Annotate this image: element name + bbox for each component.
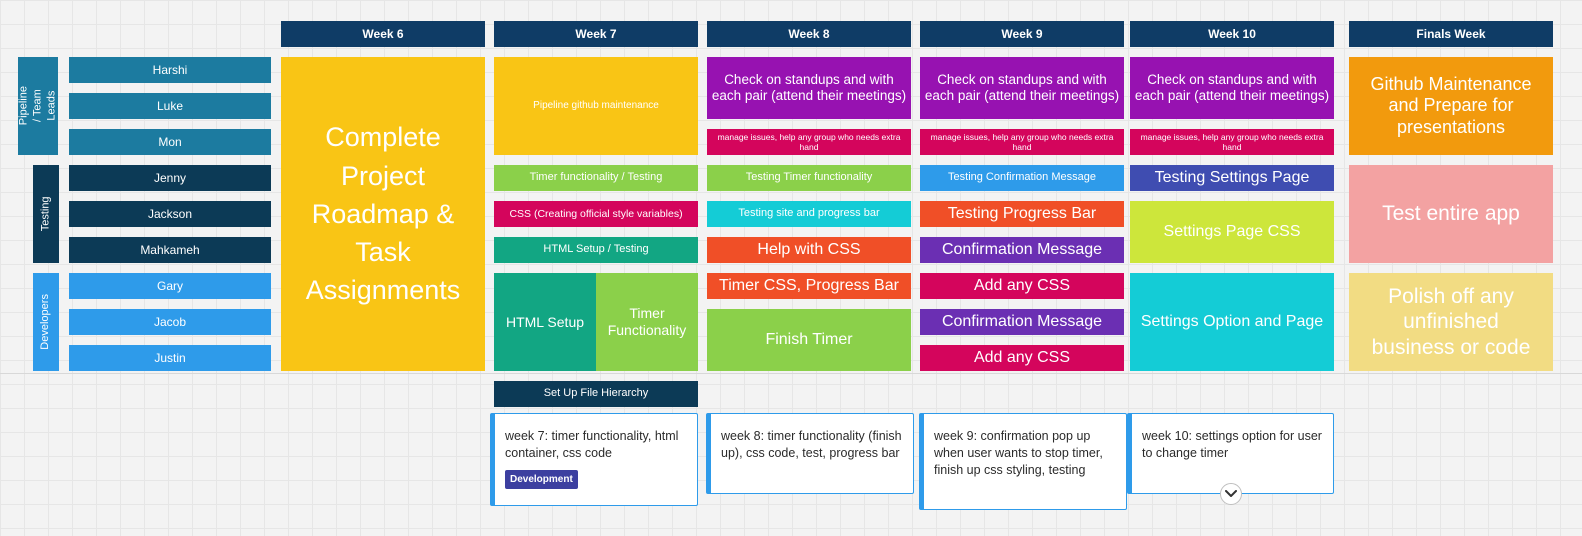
- sticky-file-hierarchy[interactable]: Set Up File Hierarchy: [494, 381, 698, 407]
- header-week-7[interactable]: Week 7: [494, 21, 698, 47]
- person-luke[interactable]: Luke: [69, 93, 271, 119]
- sticky-w10-manage-issues[interactable]: manage issues, help any group who needs …: [1130, 129, 1334, 155]
- sticky-html-setup[interactable]: HTML Setup: [494, 273, 596, 371]
- chevron-down-icon[interactable]: [1220, 483, 1242, 505]
- person-mon[interactable]: Mon: [69, 129, 271, 155]
- person-mahkameh[interactable]: Mahkameh: [69, 237, 271, 263]
- sticky-w8-manage-issues[interactable]: manage issues, help any group who needs …: [707, 129, 911, 155]
- header-week-8[interactable]: Week 8: [707, 21, 911, 47]
- group-label-testing[interactable]: Testing: [33, 165, 59, 263]
- card-week-9[interactable]: week 9: confirmation pop up when user wa…: [919, 413, 1127, 510]
- development-tag[interactable]: Development: [505, 469, 578, 490]
- person-jackson[interactable]: Jackson: [69, 201, 271, 227]
- sticky-timer-testing[interactable]: Timer functionality / Testing: [494, 165, 698, 191]
- group-label-leads-text: Pipeline / Team Leads: [17, 86, 57, 126]
- sticky-w10-testing-settings[interactable]: Testing Settings Page: [1130, 165, 1334, 191]
- card-week-8-text: week 8: timer functionality (finish up),…: [721, 429, 902, 460]
- header-week-10[interactable]: Week 10: [1130, 21, 1334, 47]
- sticky-finals-test-app[interactable]: Test entire app: [1349, 165, 1553, 263]
- sticky-roadmap[interactable]: Complete Project Roadmap & Task Assignme…: [281, 57, 485, 371]
- sticky-w9-add-css-2[interactable]: Add any CSS: [920, 345, 1124, 371]
- lane-divider: [0, 373, 1582, 374]
- sticky-w9-manage-issues[interactable]: manage issues, help any group who needs …: [920, 129, 1124, 155]
- sticky-finals-github[interactable]: Github Maintenance and Prepare for prese…: [1349, 57, 1553, 155]
- person-gary[interactable]: Gary: [69, 273, 271, 299]
- sticky-w10-standups[interactable]: Check on standups and with each pair (at…: [1130, 57, 1334, 119]
- person-justin[interactable]: Justin: [69, 345, 271, 371]
- card-week-10-text: week 10: settings option for user to cha…: [1142, 429, 1322, 460]
- sticky-timer-functionality[interactable]: Timer Functionality: [596, 273, 698, 371]
- sticky-w9-testing-confirmation[interactable]: Testing Confirmation Message: [920, 165, 1124, 191]
- header-week-6[interactable]: Week 6: [281, 21, 485, 47]
- person-jenny[interactable]: Jenny: [69, 165, 271, 191]
- sticky-w10-settings-option[interactable]: Settings Option and Page: [1130, 273, 1334, 371]
- card-week-9-text: week 9: confirmation pop up when user wa…: [934, 429, 1103, 477]
- group-label-developers-text: Developers: [39, 294, 52, 350]
- header-week-9[interactable]: Week 9: [920, 21, 1124, 47]
- sticky-w9-add-css-1[interactable]: Add any CSS: [920, 273, 1124, 299]
- sticky-w9-confirmation-2[interactable]: Confirmation Message: [920, 309, 1124, 335]
- sticky-css-style-variables[interactable]: CSS (Creating official style variables): [494, 201, 698, 227]
- sticky-w9-confirmation-1[interactable]: Confirmation Message: [920, 237, 1124, 263]
- group-label-leads[interactable]: Pipeline / Team Leads: [17, 57, 58, 155]
- sticky-w9-testing-progress[interactable]: Testing Progress Bar: [920, 201, 1124, 227]
- sticky-w8-finish-timer[interactable]: Finish Timer: [707, 309, 911, 371]
- sticky-html-testing[interactable]: HTML Setup / Testing: [494, 237, 698, 263]
- sticky-pipeline-maintenance[interactable]: Pipeline github maintenance: [494, 57, 698, 155]
- sticky-w8-help-css[interactable]: Help with CSS: [707, 237, 911, 263]
- card-week-7[interactable]: week 7: timer functionality, html contai…: [490, 413, 698, 506]
- person-jacob[interactable]: Jacob: [69, 309, 271, 335]
- sticky-w10-settings-css[interactable]: Settings Page CSS: [1130, 201, 1334, 263]
- sticky-finals-polish[interactable]: Polish off any unfinished business or co…: [1349, 273, 1553, 371]
- card-week-10[interactable]: week 10: settings option for user to cha…: [1127, 413, 1334, 494]
- sticky-w8-testing-site[interactable]: Testing site and progress bar: [707, 201, 911, 227]
- sticky-w8-testing-timer[interactable]: Testing Timer functionality: [707, 165, 911, 191]
- group-label-developers[interactable]: Developers: [33, 273, 59, 371]
- header-finals-week[interactable]: Finals Week: [1349, 21, 1553, 47]
- group-label-testing-text: Testing: [39, 196, 52, 232]
- sticky-w8-timer-css[interactable]: Timer CSS, Progress Bar: [707, 273, 911, 299]
- sticky-w9-standups[interactable]: Check on standups and with each pair (at…: [920, 57, 1124, 119]
- person-harshi[interactable]: Harshi: [69, 57, 271, 83]
- sticky-w8-standups[interactable]: Check on standups and with each pair (at…: [707, 57, 911, 119]
- card-week-7-text: week 7: timer functionality, html contai…: [505, 429, 679, 460]
- card-week-8[interactable]: week 8: timer functionality (finish up),…: [706, 413, 914, 494]
